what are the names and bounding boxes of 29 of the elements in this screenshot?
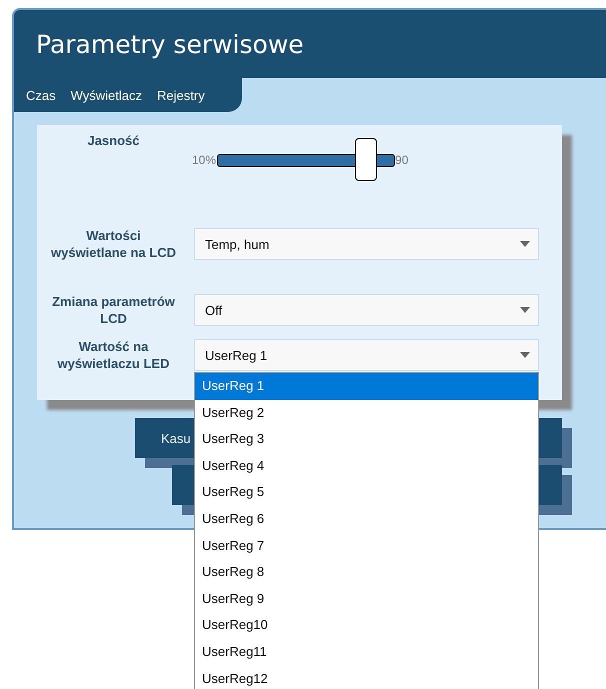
dropdown-field[interactable]: Off	[194, 294, 539, 326]
dropdown-option[interactable]: UserReg10	[195, 612, 538, 639]
field-label: Wartości wyświetlane na LCD	[50, 227, 177, 261]
dropdown-option[interactable]: UserReg 2	[195, 400, 538, 426]
dropdown-field[interactable]: UserReg 1	[194, 339, 539, 371]
slider-thumb[interactable]	[354, 138, 377, 180]
dropdown-field[interactable]: Temp, hum	[194, 228, 539, 260]
dropdown-option[interactable]: UserReg12	[195, 666, 538, 689]
caret-icon	[520, 352, 530, 358]
field-label: Wartość na wyświetlaczu LED	[56, 338, 170, 372]
min-label: 10%	[192, 153, 216, 167]
dropdown-option[interactable]: UserReg 3	[195, 426, 538, 453]
tab[interactable]: Rejestry	[150, 88, 213, 102]
dropdown-option[interactable]: UserReg 6	[195, 506, 538, 533]
window-title: Parametry serwisowe	[35, 30, 304, 58]
dropdown-option[interactable]: UserReg11	[195, 638, 538, 666]
tab[interactable]: Czas	[26, 88, 64, 102]
dropdown-option[interactable]: UserReg 4	[195, 452, 538, 480]
dropdown-option[interactable]: UserReg 5	[195, 479, 538, 506]
field-label: Jasność	[86, 132, 141, 149]
caret-icon	[520, 307, 530, 313]
dropdown-option[interactable]: UserReg 9	[195, 586, 538, 612]
tab[interactable]: Wyświetlacz	[64, 88, 150, 102]
field-label: Zmiana parametrów LCD	[51, 293, 176, 327]
dropdown-option[interactable]: UserReg 8	[195, 559, 538, 586]
caret-icon	[520, 241, 530, 247]
dropdown-option[interactable]: UserReg 7	[195, 532, 538, 560]
dropdown-option[interactable]: UserReg 1	[195, 373, 538, 400]
max-label: 90	[395, 153, 408, 167]
